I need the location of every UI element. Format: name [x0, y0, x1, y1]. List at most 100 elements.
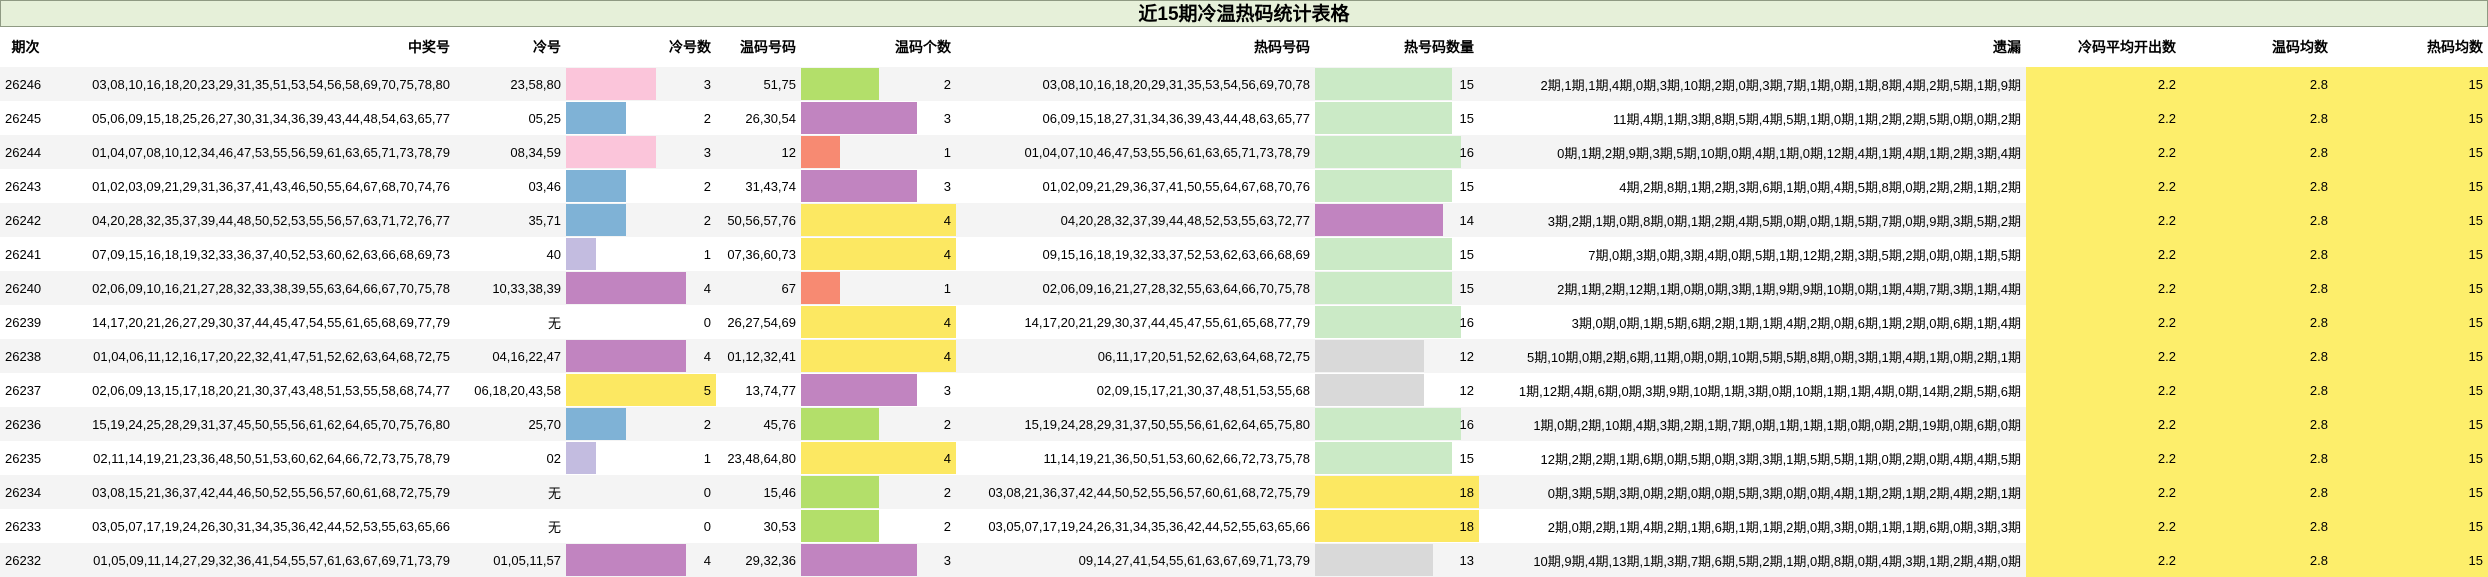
table-row: 26245 05,06,09,15,18,25,26,27,30,31,34,36…	[0, 101, 2488, 135]
winning-numbers-cell: 01,02,03,09,21,29,31,36,37,41,43,46,50,5…	[51, 169, 455, 203]
warm-count-cell: 3	[801, 169, 956, 203]
hot-avg-cell: 15	[2333, 441, 2488, 475]
hot-count-cell: 18	[1315, 475, 1479, 509]
warm-numbers-cell: 23,48,64,80	[716, 441, 801, 475]
hot-count-cell: 15	[1315, 67, 1479, 101]
winning-numbers-cell: 05,06,09,15,18,25,26,27,30,31,34,36,39,4…	[51, 101, 455, 135]
header-row: 期次 中奖号 冷号 冷号数 温码号码 温码个数 热码号码 热号码数量 遗漏 冷码…	[0, 27, 2488, 67]
cold-numbers-cell: 23,58,80	[455, 67, 566, 101]
cold-count-cell-value: 0	[703, 484, 711, 500]
missing-cell: 5期,10期,0期,2期,6期,11期,0期,0期,10期,5期,5期,8期,0…	[1479, 339, 2026, 373]
header-hot-numbers: 热码号码	[1254, 39, 1310, 55]
period-cell: 26234	[0, 475, 51, 509]
cold-count-cell-value: 2	[703, 416, 711, 432]
table-row: 26237 02,06,09,13,15,17,18,20,21,30,37,43…	[0, 373, 2488, 407]
warm-avg-cell: 2.8	[2181, 135, 2333, 169]
hot-count-cell: 15	[1315, 169, 1479, 203]
warm-count-cell-value: 4	[943, 450, 951, 466]
cold-numbers-cell: 06,18,20,43,58	[455, 373, 566, 407]
hot-count-cell: 14	[1315, 203, 1479, 237]
winning-numbers-cell: 07,09,15,16,18,19,32,33,36,37,40,52,53,6…	[51, 237, 455, 271]
warm-count-cell: 2	[801, 509, 956, 543]
hot-count-cell: 13	[1315, 543, 1479, 577]
warm-avg-cell: 2.8	[2181, 237, 2333, 271]
hot-count-cell: 15	[1315, 237, 1479, 271]
hot-count-cell: 18	[1315, 509, 1479, 543]
cold-count-cell: 5	[566, 373, 716, 407]
warm-count-cell: 2	[801, 67, 956, 101]
warm-numbers-cell: 45,76	[716, 407, 801, 441]
warm-count-cell-value: 3	[943, 552, 951, 568]
stats-table: 期次 中奖号 冷号 冷号数 温码号码 温码个数 热码号码 热号码数量 遗漏 冷码…	[0, 27, 2488, 577]
warm-count-cell-value: 1	[943, 144, 951, 160]
period-cell: 26238	[0, 339, 51, 373]
warm-numbers-cell: 15,46	[716, 475, 801, 509]
hot-avg-cell: 15	[2333, 237, 2488, 271]
warm-count-cell: 1	[801, 271, 956, 305]
table-row: 26241 07,09,15,16,18,19,32,33,36,37,40,52…	[0, 237, 2488, 271]
cold-avg-cell: 2.2	[2026, 339, 2181, 373]
cold-count-cell: 2	[566, 203, 716, 237]
header-hot-avg: 热码均数	[2427, 39, 2483, 55]
hot-avg-cell: 15	[2333, 271, 2488, 305]
header-warm-count: 温码个数	[895, 39, 951, 55]
cold-count-cell: 2	[566, 407, 716, 441]
hot-count-cell-value: 16	[1459, 416, 1474, 432]
hot-count-cell-value: 15	[1459, 178, 1474, 194]
cold-count-cell-value: 2	[703, 110, 711, 126]
cold-count-cell: 2	[566, 101, 716, 135]
period-cell: 26242	[0, 203, 51, 237]
cold-count-cell-value: 2	[703, 212, 711, 228]
missing-cell: 7期,0期,3期,0期,3期,4期,0期,5期,1期,12期,2期,3期,5期,…	[1479, 237, 2026, 271]
cold-numbers-cell: 03,46	[455, 169, 566, 203]
cold-avg-cell: 2.2	[2026, 67, 2181, 101]
hot-numbers-cell: 01,02,09,21,29,36,37,41,50,55,64,67,68,7…	[956, 169, 1315, 203]
period-cell: 26245	[0, 101, 51, 135]
period-cell: 26235	[0, 441, 51, 475]
warm-avg-cell: 2.8	[2181, 101, 2333, 135]
missing-cell: 1期,0期,2期,10期,4期,3期,2期,1期,7期,0期,1期,1期,1期,…	[1479, 407, 2026, 441]
warm-count-cell-value: 3	[943, 110, 951, 126]
period-cell: 26243	[0, 169, 51, 203]
warm-numbers-cell: 12	[716, 135, 801, 169]
winning-numbers-cell: 15,19,24,25,28,29,31,37,45,50,55,56,61,6…	[51, 407, 455, 441]
hot-count-cell-value: 18	[1459, 484, 1474, 500]
warm-count-cell-value: 1	[943, 280, 951, 296]
warm-count-cell: 4	[801, 441, 956, 475]
missing-cell: 4期,2期,8期,1期,2期,3期,6期,1期,0期,4期,5期,8期,0期,2…	[1479, 169, 2026, 203]
cold-avg-cell: 2.2	[2026, 305, 2181, 339]
cold-count-cell-value: 0	[703, 314, 711, 330]
cold-numbers-cell: 25,70	[455, 407, 566, 441]
header-cold-count: 冷号数	[669, 39, 711, 55]
warm-count-cell: 4	[801, 305, 956, 339]
hot-count-cell-value: 15	[1459, 280, 1474, 296]
hot-count-cell: 15	[1315, 271, 1479, 305]
winning-numbers-cell: 01,04,07,08,10,12,34,46,47,53,55,56,59,6…	[51, 135, 455, 169]
hot-avg-cell: 15	[2333, 67, 2488, 101]
hot-avg-cell: 15	[2333, 101, 2488, 135]
table-title: 近15期冷温热码统计表格	[0, 0, 2488, 27]
table-row: 26243 01,02,03,09,21,29,31,36,37,41,43,46…	[0, 169, 2488, 203]
cold-numbers-cell: 无	[455, 305, 566, 339]
cold-avg-cell: 2.2	[2026, 509, 2181, 543]
winning-numbers-cell: 02,06,09,10,16,21,27,28,32,33,38,39,55,6…	[51, 271, 455, 305]
warm-avg-cell: 2.8	[2181, 305, 2333, 339]
hot-avg-cell: 15	[2333, 509, 2488, 543]
hot-count-cell-value: 13	[1459, 552, 1474, 568]
hot-avg-cell: 15	[2333, 339, 2488, 373]
warm-count-cell-value: 4	[943, 348, 951, 364]
cold-count-cell-value: 3	[703, 76, 711, 92]
header-cold-numbers: 冷号	[533, 39, 561, 55]
table-row: 26232 01,05,09,11,14,27,29,32,36,41,54,55…	[0, 543, 2488, 577]
winning-numbers-cell: 03,08,15,21,36,37,42,44,46,50,52,55,56,5…	[51, 475, 455, 509]
table-row: 26234 03,08,15,21,36,37,42,44,46,50,52,55…	[0, 475, 2488, 509]
warm-numbers-cell: 29,32,36	[716, 543, 801, 577]
cold-count-cell: 3	[566, 67, 716, 101]
warm-count-cell: 3	[801, 101, 956, 135]
warm-count-cell-value: 2	[943, 416, 951, 432]
missing-cell: 3期,0期,0期,1期,5期,6期,2期,1期,1期,4期,2期,0期,6期,1…	[1479, 305, 2026, 339]
hot-numbers-cell: 06,09,15,18,27,31,34,36,39,43,44,48,63,6…	[956, 101, 1315, 135]
hot-count-cell-value: 18	[1459, 518, 1474, 534]
warm-avg-cell: 2.8	[2181, 67, 2333, 101]
warm-count-cell-value: 4	[943, 246, 951, 262]
